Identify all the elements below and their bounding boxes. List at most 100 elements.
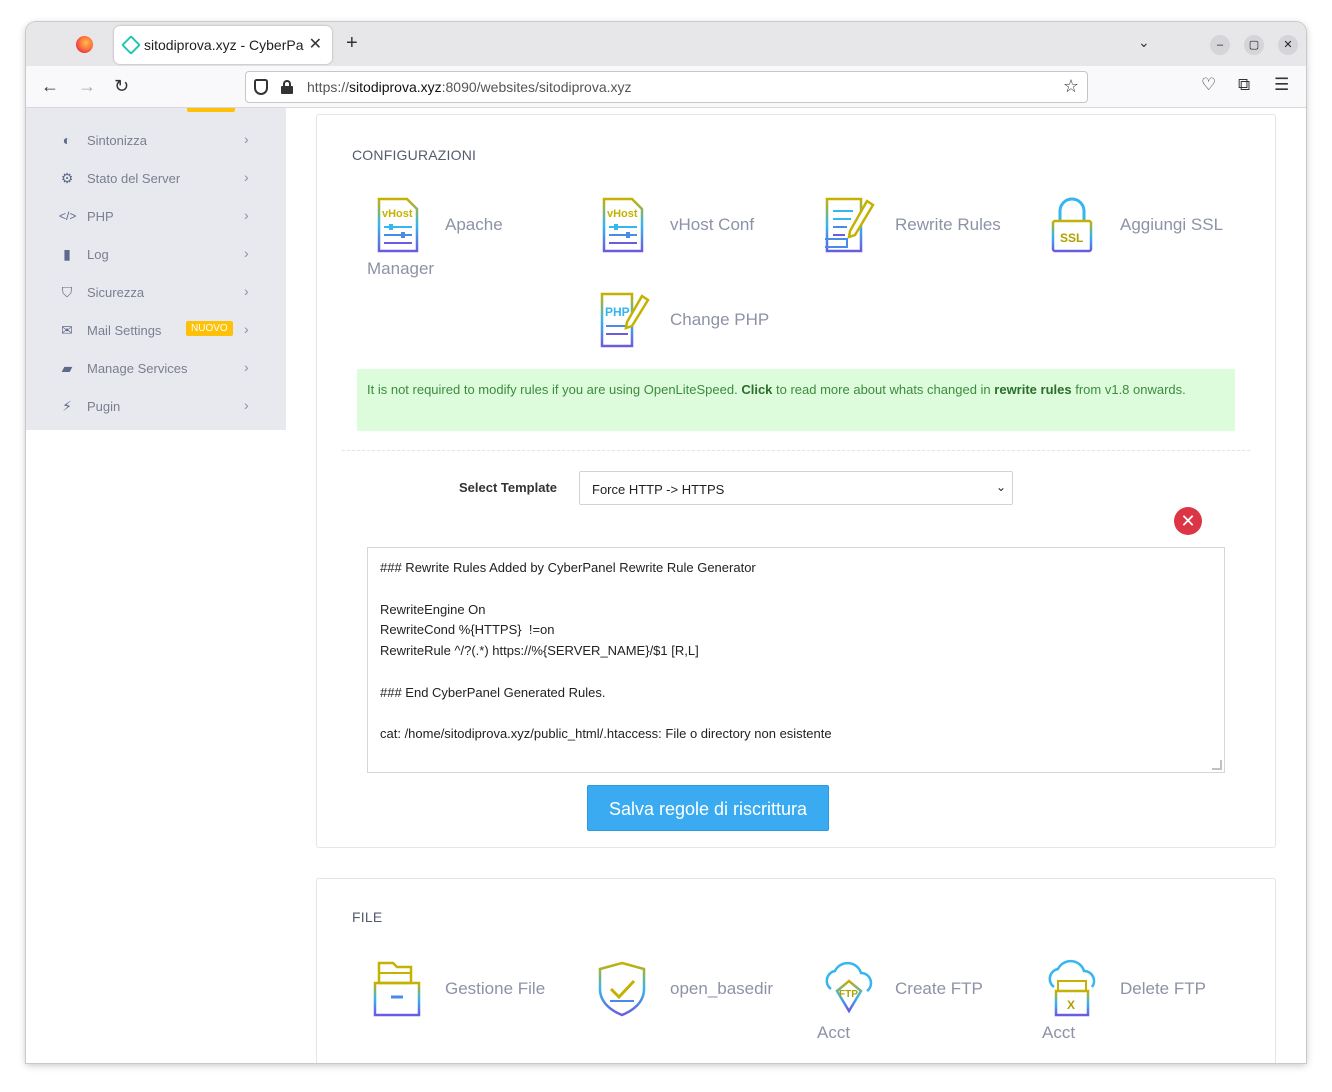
sidebar-badge-partial bbox=[187, 108, 235, 112]
sidebar-item-sintonizza[interactable]: ◐ Sintonizza › bbox=[26, 121, 286, 159]
template-select-value: Force HTTP -> HTTPS bbox=[592, 482, 725, 497]
chevron-down-icon[interactable]: ⌄ bbox=[1138, 34, 1150, 51]
close-icon[interactable]: ✕ bbox=[1174, 507, 1202, 535]
editor-line: RewriteRule ^/?(.*) https://%{SERVER_NAM… bbox=[380, 643, 699, 659]
sidebar-item-label: Sicurezza bbox=[87, 285, 145, 300]
tracking-shield-icon[interactable] bbox=[254, 79, 268, 95]
tool-open-basedir[interactable]: open_basedir bbox=[592, 959, 802, 1049]
ssl-lock-icon: SSL bbox=[1051, 197, 1093, 253]
chevron-down-icon: ⌄ bbox=[995, 480, 1006, 494]
firefox-icon[interactable] bbox=[76, 36, 93, 53]
tab-bar: sitodiprova.xyz - CyberPa ✕ + ⌄ – ▢ ✕ bbox=[26, 22, 1306, 66]
forward-icon[interactable]: → bbox=[78, 76, 96, 97]
sidebar-item-label: Log bbox=[87, 247, 109, 262]
svg-text:PHP: PHP bbox=[605, 305, 630, 319]
tool-vhost-conf[interactable]: vHost vHost Conf bbox=[592, 195, 802, 285]
tool-delete-ftp[interactable]: X Delete FTP Acct bbox=[1042, 959, 1252, 1049]
tool-gestione-file[interactable]: Gestione File bbox=[367, 959, 577, 1049]
ftp-cloud-icon: FTP bbox=[825, 961, 873, 1014]
maximize-icon[interactable]: ▢ bbox=[1244, 35, 1264, 55]
tool-apache-manager[interactable]: vHost Apache Manager bbox=[367, 195, 577, 285]
tool-create-ftp[interactable]: FTP Create FTP Acct bbox=[817, 959, 1027, 1049]
tool-label: Change PHP bbox=[670, 310, 770, 329]
tool-label: Apache bbox=[445, 215, 503, 234]
lock-icon[interactable] bbox=[281, 80, 293, 94]
svg-text:SSL: SSL bbox=[1060, 231, 1083, 245]
section-title: CONFIGURAZIONI bbox=[352, 147, 477, 163]
chevron-right-icon: › bbox=[244, 359, 249, 375]
vhost-doc-icon: vHost bbox=[602, 197, 644, 253]
rewrite-rules-textarea[interactable]: ### Rewrite Rules Added by CyberPanel Re… bbox=[367, 547, 1225, 773]
new-badge: NUOVO bbox=[186, 321, 233, 336]
info-alert: It is not required to modify rules if yo… bbox=[357, 369, 1235, 431]
address-bar[interactable]: https://sitodiprova.xyz:8090/websites/si… bbox=[245, 71, 1088, 103]
new-tab-icon[interactable]: + bbox=[346, 32, 358, 55]
tool-aggiungi-ssl[interactable]: SSL Aggiungi SSL bbox=[1042, 195, 1252, 285]
gear-icon: ⚙ bbox=[60, 170, 74, 186]
minimize-icon[interactable]: – bbox=[1210, 35, 1230, 55]
save-rewrite-rules-button[interactable]: Salva regole di riscrittura bbox=[587, 785, 829, 831]
template-select[interactable]: Force HTTP -> HTTPS ⌄ bbox=[579, 471, 1013, 505]
tool-label: Gestione File bbox=[445, 979, 546, 998]
tool-label: Create FTP bbox=[895, 979, 983, 998]
sidebar-item-pugin[interactable]: ⚡ Pugin › bbox=[26, 387, 286, 425]
editor-line: RewriteCond %{HTTPS} !=on bbox=[380, 622, 555, 638]
tool-label: Rewrite Rules bbox=[895, 215, 1001, 234]
chevron-right-icon: › bbox=[244, 207, 249, 223]
vhost-doc-icon: vHost bbox=[377, 197, 419, 253]
window-close-icon[interactable]: ✕ bbox=[1278, 35, 1298, 55]
editor-line: RewriteEngine On bbox=[380, 601, 486, 617]
sidebar-item-stato-server[interactable]: ⚙ Stato del Server › bbox=[26, 159, 286, 197]
svg-text:X: X bbox=[1067, 998, 1075, 1012]
plug-icon: ⚡ bbox=[62, 398, 72, 414]
resize-grip-icon[interactable] bbox=[1212, 760, 1222, 770]
svg-text:FTP: FTP bbox=[839, 989, 858, 1000]
tool-label: Delete FTP bbox=[1120, 979, 1206, 998]
tab-title: sitodiprova.xyz - CyberPa bbox=[144, 37, 304, 53]
sidebar-item-label: PHP bbox=[87, 209, 114, 224]
file-card: FILE Gestione File open_basedir FTP Crea… bbox=[316, 878, 1276, 1063]
file-icon: ▮ bbox=[63, 246, 71, 262]
sidebar-item-sicurezza[interactable]: ⛉ Sicurezza › bbox=[26, 273, 286, 311]
pocket-icon[interactable]: ♡ bbox=[1201, 75, 1216, 95]
document-pen-icon bbox=[825, 197, 875, 253]
divider bbox=[342, 450, 1250, 451]
alert-click-link[interactable]: Click bbox=[741, 382, 772, 397]
browser-tab[interactable]: sitodiprova.xyz - CyberPa ✕ bbox=[114, 26, 332, 64]
sidebar-item-mail-settings[interactable]: ✉ Mail Settings NUOVO › bbox=[26, 311, 286, 349]
chevron-right-icon: › bbox=[244, 321, 249, 337]
tool-label: Aggiungi SSL bbox=[1120, 215, 1224, 234]
folder-open-icon: ▰ bbox=[61, 360, 73, 376]
sidebar-item-label: Manage Services bbox=[87, 361, 188, 376]
sidebar-item-log[interactable]: ▮ Log › bbox=[26, 235, 286, 273]
sidebar-item-php[interactable]: </> PHP › bbox=[26, 197, 286, 235]
page-content: ◐ Sintonizza › ⚙ Stato del Server › </> … bbox=[26, 108, 1306, 1063]
tool-rewrite-rules[interactable]: Rewrite Rules bbox=[817, 195, 1027, 285]
shield-check-icon bbox=[598, 961, 646, 1017]
envelope-icon: ✉ bbox=[61, 322, 73, 338]
select-template-label: Select Template bbox=[459, 480, 558, 495]
extensions-icon[interactable]: ⧉ bbox=[1238, 75, 1250, 95]
tab-close-icon[interactable]: ✕ bbox=[309, 34, 322, 54]
sidebar-item-label: Mail Settings bbox=[87, 323, 162, 338]
half-circle-icon: ◐ bbox=[62, 132, 72, 148]
bookmark-star-icon[interactable]: ☆ bbox=[1063, 76, 1079, 97]
tool-label-line2: Acct bbox=[1042, 1023, 1076, 1042]
browser-window: sitodiprova.xyz - CyberPa ✕ + ⌄ – ▢ ✕ ← … bbox=[26, 22, 1306, 1063]
menu-icon[interactable]: ☰ bbox=[1274, 75, 1289, 95]
tool-label-line2: Manager bbox=[367, 259, 435, 278]
tool-change-php[interactable]: PHP Change PHP bbox=[592, 290, 802, 380]
back-icon[interactable]: ← bbox=[41, 76, 59, 97]
reload-icon[interactable]: ↻ bbox=[114, 76, 129, 97]
editor-line: cat: /home/sitodiprova.xyz/public_html/.… bbox=[380, 726, 832, 742]
alert-rewrite-link[interactable]: rewrite rules bbox=[994, 382, 1071, 397]
sidebar: ◐ Sintonizza › ⚙ Stato del Server › </> … bbox=[26, 108, 286, 430]
editor-line: ### End CyberPanel Generated Rules. bbox=[380, 684, 606, 700]
url-text[interactable]: https://sitodiprova.xyz:8090/websites/si… bbox=[307, 79, 632, 95]
sidebar-item-manage-services[interactable]: ▰ Manage Services › bbox=[26, 349, 286, 387]
nav-bar: ← → ↻ https://sitodiprova.xyz:8090/websi… bbox=[26, 66, 1306, 108]
tool-label-line2: Acct bbox=[817, 1023, 851, 1042]
